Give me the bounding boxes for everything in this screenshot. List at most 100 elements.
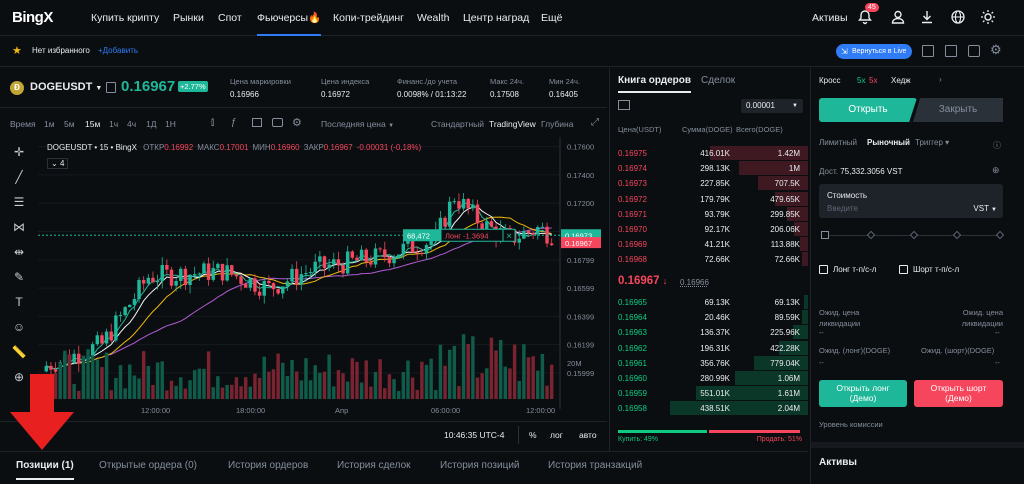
measure-icon[interactable]: ⇹ bbox=[10, 245, 28, 259]
nav-item-6[interactable]: Центр наград bbox=[463, 0, 529, 36]
calculator-icon[interactable] bbox=[968, 45, 980, 57]
interval-4[interactable]: 4ч bbox=[127, 119, 136, 129]
tp-sl-long-checkbox[interactable] bbox=[819, 265, 828, 274]
tab-trades[interactable]: Сделок bbox=[701, 75, 735, 86]
nav-item-7[interactable]: Ещё bbox=[541, 0, 562, 36]
slider-mark[interactable] bbox=[866, 230, 876, 240]
theme-sun-icon[interactable] bbox=[979, 9, 997, 27]
bottom-tab-2[interactable]: История ордеров bbox=[228, 460, 308, 471]
precision-select[interactable]: 0.00001 ▼ bbox=[741, 99, 803, 113]
globe-icon[interactable] bbox=[949, 9, 967, 27]
view-0[interactable]: Стандартный bbox=[431, 119, 484, 129]
symbol-selector[interactable]: DOGEUSDT ▼ bbox=[30, 81, 102, 93]
open-short-button[interactable]: Открыть шорт (Демо) bbox=[914, 380, 1003, 407]
interval-2[interactable]: 15м bbox=[85, 119, 100, 129]
order-type-0[interactable]: Лимитный bbox=[819, 138, 857, 147]
log-scale-toggle[interactable]: лог bbox=[550, 430, 563, 440]
bottom-tab-3[interactable]: История сделок bbox=[337, 460, 411, 471]
ask-row[interactable]: 0.16970 92.17K 206.06K bbox=[610, 222, 808, 236]
slider-handle[interactable] bbox=[821, 231, 829, 239]
nav-item-3[interactable]: Фьючерсы🔥 bbox=[257, 0, 322, 36]
ask-row[interactable]: 0.16973 227.85K 707.5K bbox=[610, 176, 808, 191]
fullscreen-icon[interactable]: ⤢ bbox=[591, 117, 599, 128]
tp-sl-short-checkbox[interactable] bbox=[899, 265, 908, 274]
layout-icon[interactable] bbox=[922, 45, 934, 57]
auto-scale-toggle[interactable]: авто bbox=[579, 430, 597, 440]
ask-row[interactable]: 0.16969 41.21K 113.88K bbox=[610, 237, 808, 252]
interval-1[interactable]: 5м bbox=[64, 119, 75, 129]
more-chevron-icon[interactable]: › bbox=[939, 75, 942, 84]
bid-row[interactable]: 0.16963 136.37K 225.96K bbox=[610, 325, 808, 340]
open-tab[interactable]: Открыть bbox=[819, 98, 917, 122]
currency-select[interactable]: VST ▼ bbox=[973, 204, 997, 213]
order-type-1[interactable]: Рыночный bbox=[867, 138, 910, 147]
percent-scale-toggle[interactable]: % bbox=[529, 430, 537, 440]
chart-canvas[interactable]: 0.176000.174000.172000.170000.167990.165… bbox=[0, 137, 607, 421]
bottom-tab-5[interactable]: История транзакций bbox=[548, 460, 642, 471]
nav-item-1[interactable]: Рынки bbox=[173, 0, 204, 36]
bingx-logo[interactable]: BingX bbox=[12, 9, 53, 26]
interval-6[interactable]: 1Н bbox=[165, 119, 176, 129]
ask-row[interactable]: 0.16972 179.79K 479.65K bbox=[610, 191, 808, 206]
contract-info-icon[interactable] bbox=[106, 82, 116, 93]
fib-icon[interactable]: ☰ bbox=[10, 195, 28, 209]
ask-row[interactable]: 0.16968 72.66K 72.66K bbox=[610, 252, 808, 267]
download-icon[interactable] bbox=[918, 9, 936, 27]
bid-row[interactable]: 0.16958 438.51K 2.04M bbox=[610, 401, 808, 416]
camera-icon[interactable] bbox=[272, 118, 283, 127]
price-chart[interactable]: 0.176000.174000.172000.170000.167990.165… bbox=[0, 137, 607, 421]
assets-link[interactable]: Активы bbox=[812, 0, 848, 36]
order-type-2[interactable]: Триггер ▾ bbox=[915, 138, 949, 147]
nav-item-0[interactable]: Купить крипту bbox=[91, 0, 159, 36]
candle-type-icon[interactable]: ⫾ bbox=[211, 117, 214, 128]
bid-row[interactable]: 0.16961 356.76K 779.04K bbox=[610, 355, 808, 370]
bid-row[interactable]: 0.16959 551.01K 1.61M bbox=[610, 386, 808, 401]
nav-item-5[interactable]: Wealth bbox=[417, 0, 450, 36]
tab-order-book[interactable]: Книга ордеров bbox=[618, 75, 692, 93]
cost-input[interactable]: Стоимость Введите VST ▼ bbox=[819, 184, 1003, 218]
text-icon[interactable]: T bbox=[10, 295, 28, 309]
indicator-toggle[interactable]: ⌄ 4 bbox=[47, 158, 69, 169]
book-both-icon[interactable] bbox=[618, 100, 630, 110]
ask-row[interactable]: 0.16971 93.79K 299.85K bbox=[610, 206, 808, 221]
split-view-icon[interactable] bbox=[945, 45, 957, 57]
info-icon[interactable]: ⓘ bbox=[993, 140, 1001, 151]
view-2[interactable]: Глубина bbox=[541, 119, 573, 129]
slider-mark[interactable] bbox=[952, 230, 962, 240]
indicators-icon[interactable]: ƒ bbox=[231, 117, 237, 128]
emoji-icon[interactable]: ☺ bbox=[10, 320, 28, 334]
ask-row[interactable]: 0.16975 416.01K 1.42M bbox=[610, 146, 808, 160]
bid-row[interactable]: 0.16964 20.46K 89.59K bbox=[610, 310, 808, 325]
back-to-live-button[interactable]: ⇲ Вернуться в Live bbox=[836, 44, 913, 59]
bid-row[interactable]: 0.16960 280.99K 1.06M bbox=[610, 371, 808, 385]
open-long-button[interactable]: Открыть лонг (Демо) bbox=[819, 380, 907, 407]
ask-row[interactable]: 0.16974 298.13K 1M bbox=[610, 161, 808, 176]
slider-mark[interactable] bbox=[995, 230, 1005, 240]
star-icon[interactable]: ★ bbox=[12, 44, 22, 57]
settings-gear-icon[interactable]: ⚙ bbox=[990, 42, 1002, 58]
interval-5[interactable]: 1Д bbox=[146, 119, 156, 129]
close-tab[interactable]: Закрыть bbox=[913, 98, 1003, 122]
position-mode[interactable]: Хедж bbox=[891, 76, 911, 85]
interval-3[interactable]: 1ч bbox=[109, 119, 118, 129]
nav-item-2[interactable]: Спот bbox=[218, 0, 242, 36]
bid-row[interactable]: 0.16962 196.31K 422.28K bbox=[610, 340, 808, 355]
bid-row[interactable]: 0.16965 69.13K 69.13K bbox=[610, 295, 808, 309]
brush-icon[interactable]: ✎ bbox=[10, 270, 28, 284]
layout-grid-icon[interactable] bbox=[252, 118, 262, 127]
interval-0[interactable]: 1м bbox=[44, 119, 55, 129]
view-1[interactable]: TradingView bbox=[489, 119, 536, 129]
crosshair-icon[interactable]: ✛ bbox=[10, 145, 28, 159]
trendline-icon[interactable]: ╱ bbox=[10, 170, 28, 184]
nav-item-4[interactable]: Копи-трейдинг bbox=[333, 0, 404, 36]
bottom-tab-0[interactable]: Позиции (1) bbox=[16, 460, 74, 480]
bottom-tab-4[interactable]: История позиций bbox=[440, 460, 520, 471]
price-type-select[interactable]: Последняя цена ▼ bbox=[321, 119, 394, 129]
settings-icon[interactable]: ⚙ bbox=[292, 116, 302, 129]
slider-mark[interactable] bbox=[909, 230, 919, 240]
margin-mode[interactable]: Кросс bbox=[819, 76, 841, 85]
user-icon[interactable] bbox=[889, 9, 907, 27]
add-funds-icon[interactable]: ⊕ bbox=[992, 165, 1000, 176]
leverage-long[interactable]: 5x bbox=[857, 76, 865, 85]
fee-level-link[interactable]: Уровень комиссии bbox=[819, 420, 883, 429]
